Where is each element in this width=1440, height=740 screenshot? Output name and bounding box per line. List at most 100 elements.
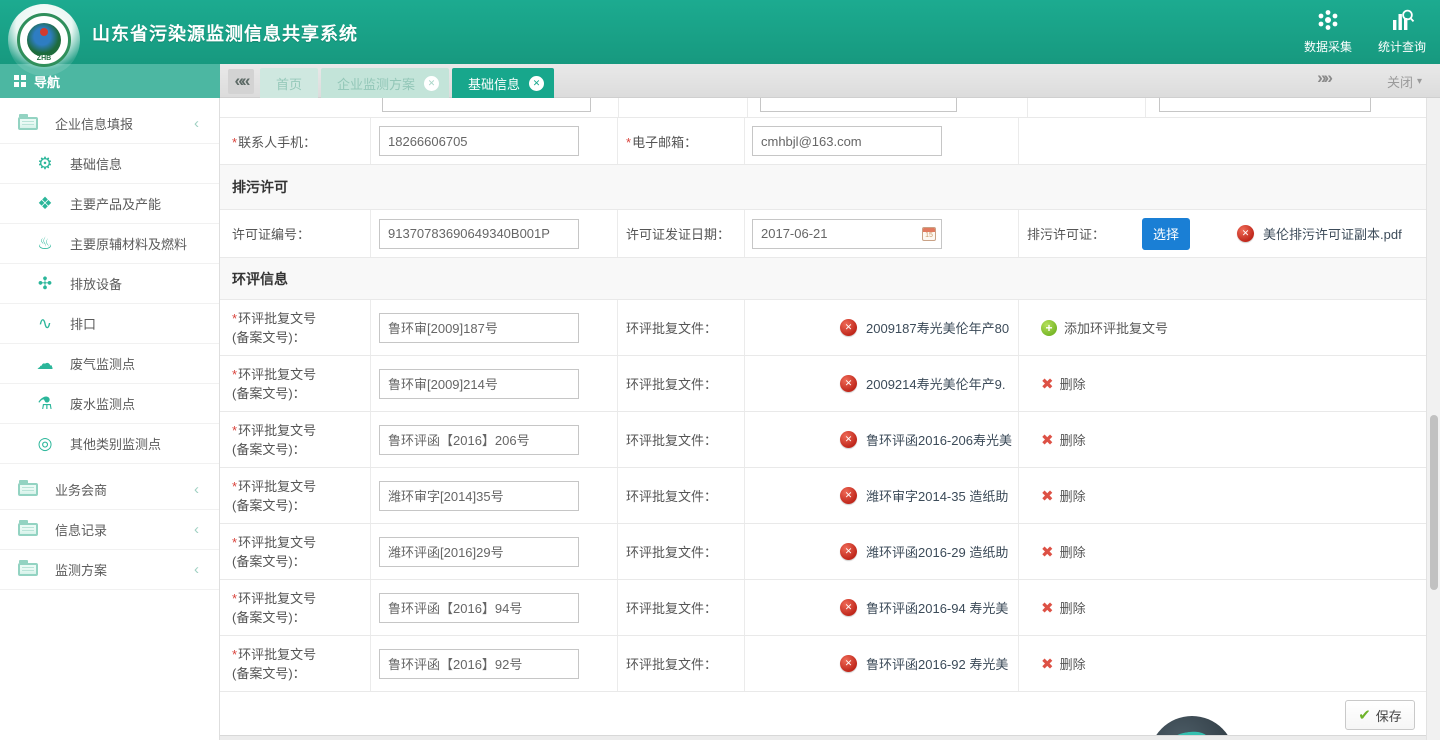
remove-file-icon[interactable]: ✕	[840, 599, 857, 616]
eia-file-link[interactable]: 2009214寿光美伦年产9.	[866, 374, 1005, 393]
remove-file-icon[interactable]: ✕	[840, 487, 857, 504]
app-logo: ZHB	[8, 4, 80, 76]
sidebar-item-waste-water-points[interactable]: ⚗ 废水监测点	[0, 384, 219, 424]
calendar-icon[interactable]: 15	[922, 227, 936, 241]
tab-basic-info[interactable]: 基础信息 ✕	[452, 68, 554, 98]
delete-x-icon[interactable]: ✖	[1041, 375, 1054, 393]
eia-section-header: 环评信息	[220, 258, 1426, 300]
folder-icon	[18, 117, 38, 130]
phone-input[interactable]	[379, 126, 579, 156]
permit-no-input[interactable]	[379, 219, 579, 249]
permit-date-input[interactable]	[752, 219, 942, 249]
delete-eia-row-link[interactable]: 删除	[1060, 654, 1086, 673]
delete-x-icon[interactable]: ✖	[1041, 487, 1054, 505]
permit-row: 许可证编号： 许可证发证日期： 15 排污许可证： 选择 ✕ 美伦排污许可证副本…	[220, 210, 1426, 258]
eia-row: *环评批复文号(备案文号)： 环评批复文件： ✕ 鲁环评函2016-206寿光美…	[220, 412, 1426, 468]
add-icon[interactable]: +	[1041, 320, 1057, 336]
chevron-left-icon: ‹	[194, 561, 199, 578]
chevron-left-icon: ‹	[194, 481, 199, 498]
email-input[interactable]	[752, 126, 942, 156]
tabs-scroll-left-button[interactable]: ««	[228, 69, 254, 94]
phone-label: *联系人手机：	[232, 132, 316, 151]
eia-doc-input[interactable]	[379, 537, 579, 567]
eia-doc-input[interactable]	[379, 369, 579, 399]
eia-doc-input[interactable]	[379, 481, 579, 511]
fan-icon: ✣	[36, 274, 54, 294]
tab-close-icon[interactable]: ✕	[529, 76, 544, 91]
sidebar-item-basic-info[interactable]: ⚙ 基础信息	[0, 144, 219, 184]
sidebar-item-waste-gas-points[interactable]: ☁ 废气监测点	[0, 344, 219, 384]
eia-file-link[interactable]: 鲁环评函2016-92 寿光美	[866, 654, 1008, 673]
eia-row: *环评批复文号(备案文号)： 环评批复文件： ✕ 2009187寿光美伦年产80…	[220, 300, 1426, 356]
statistics-query-button[interactable]: 统计查询	[1378, 8, 1426, 55]
sidebar-item-monitoring-plan[interactable]: 监测方案 ‹	[0, 550, 219, 590]
delete-x-icon[interactable]: ✖	[1041, 543, 1054, 561]
data-collection-button[interactable]: 数据采集	[1304, 8, 1352, 55]
eia-doc-input[interactable]	[379, 425, 579, 455]
choose-file-button[interactable]: 选择	[1142, 218, 1190, 250]
eia-file-link[interactable]: 鲁环评函2016-94 寿光美	[866, 598, 1008, 617]
check-icon: ✔	[1358, 706, 1371, 724]
eia-doc-input[interactable]	[379, 313, 579, 343]
permit-cert-label: 排污许可证：	[1027, 224, 1142, 243]
tabs-scroll-right-button[interactable]: »»	[1317, 68, 1330, 88]
chevron-left-icon: ‹	[194, 115, 199, 132]
sidebar-item-main-products[interactable]: ❖ 主要产品及产能	[0, 184, 219, 224]
delete-eia-row-link[interactable]: 删除	[1060, 430, 1086, 449]
remove-file-icon[interactable]: ✕	[840, 319, 857, 336]
remove-file-icon[interactable]: ✕	[840, 655, 857, 672]
cutoff-input[interactable]	[760, 98, 957, 112]
delete-eia-row-link[interactable]: 删除	[1060, 486, 1086, 505]
tab-home-label: 首页	[276, 74, 302, 93]
remove-file-icon[interactable]: ✕	[840, 431, 857, 448]
remove-file-icon[interactable]: ✕	[840, 543, 857, 560]
eia-doc-input[interactable]	[379, 593, 579, 623]
scrollbar-thumb[interactable]	[1430, 415, 1438, 590]
logo-text: ZHB	[35, 55, 53, 62]
statistics-chart-magnifier-icon	[1389, 8, 1415, 35]
cube-icon: ❖	[36, 194, 54, 214]
delete-x-icon[interactable]: ✖	[1041, 599, 1054, 617]
add-eia-doc-link[interactable]: 添加环评批复文号	[1064, 318, 1168, 337]
eia-file-label: 环评批复文件：	[626, 430, 717, 449]
gear-icon: ⚙	[36, 154, 54, 174]
remove-file-icon[interactable]: ✕	[840, 375, 857, 392]
delete-eia-row-link[interactable]: 删除	[1060, 598, 1086, 617]
close-tabs-menu[interactable]: 关闭 ▾	[1387, 72, 1422, 91]
sidebar-item-outlet[interactable]: ∿ 排口	[0, 304, 219, 344]
sidebar-item-label: 排放设备	[70, 274, 122, 293]
eia-doc-input[interactable]	[379, 649, 579, 679]
cutoff-input[interactable]	[382, 98, 591, 112]
outlet-icon: ∿	[36, 314, 54, 334]
tab-home[interactable]: 首页	[260, 68, 318, 98]
eia-file-link[interactable]: 鲁环评函2016-206寿光美	[866, 430, 1012, 449]
cloud-icon: ☁	[36, 354, 54, 374]
eia-file-link[interactable]: 潍环审字2014-35 造纸助	[866, 486, 1008, 505]
vertical-scrollbar	[1426, 98, 1440, 740]
sidebar-item-raw-materials-fuel[interactable]: ♨ 主要原辅材料及燃料	[0, 224, 219, 264]
eia-file-link[interactable]: 潍环评函2016-29 造纸助	[866, 542, 1008, 561]
delete-x-icon[interactable]: ✖	[1041, 655, 1054, 673]
delete-x-icon[interactable]: ✖	[1041, 431, 1054, 449]
data-collection-dots-icon	[1315, 8, 1341, 35]
sidebar-item-enterprise-info-fill[interactable]: 企业信息填报 ‹	[0, 104, 219, 144]
logo-emblem	[27, 23, 61, 57]
delete-eia-row-link[interactable]: 删除	[1060, 542, 1086, 561]
remove-file-icon[interactable]: ✕	[1237, 225, 1254, 242]
tab-enterprise-monitoring-plan[interactable]: 企业监测方案 ✕	[321, 68, 449, 98]
delete-eia-row-link[interactable]: 删除	[1060, 374, 1086, 393]
sidebar-item-emission-equipment[interactable]: ✣ 排放设备	[0, 264, 219, 304]
tab-close-icon[interactable]: ✕	[424, 76, 439, 91]
save-button[interactable]: ✔ 保存	[1345, 700, 1415, 730]
eia-doc-label: *环评批复文号(备案文号)：	[232, 309, 316, 347]
header-actions: 数据采集 统计查询	[1304, 8, 1426, 55]
sidebar-item-label: 废气监测点	[70, 354, 135, 373]
permit-file-link[interactable]: 美伦排污许可证副本.pdf	[1263, 224, 1402, 243]
eia-file-link[interactable]: 2009187寿光美伦年产80	[866, 318, 1009, 337]
chevron-down-icon: ▾	[1417, 76, 1422, 87]
sidebar-item-label: 主要原辅材料及燃料	[70, 234, 187, 253]
sidebar-item-other-monitor-points[interactable]: ◎ 其他类别监测点	[0, 424, 219, 464]
cutoff-input[interactable]	[1159, 98, 1371, 112]
sidebar-item-business-consult[interactable]: 业务会商 ‹	[0, 470, 219, 510]
sidebar-item-info-record[interactable]: 信息记录 ‹	[0, 510, 219, 550]
